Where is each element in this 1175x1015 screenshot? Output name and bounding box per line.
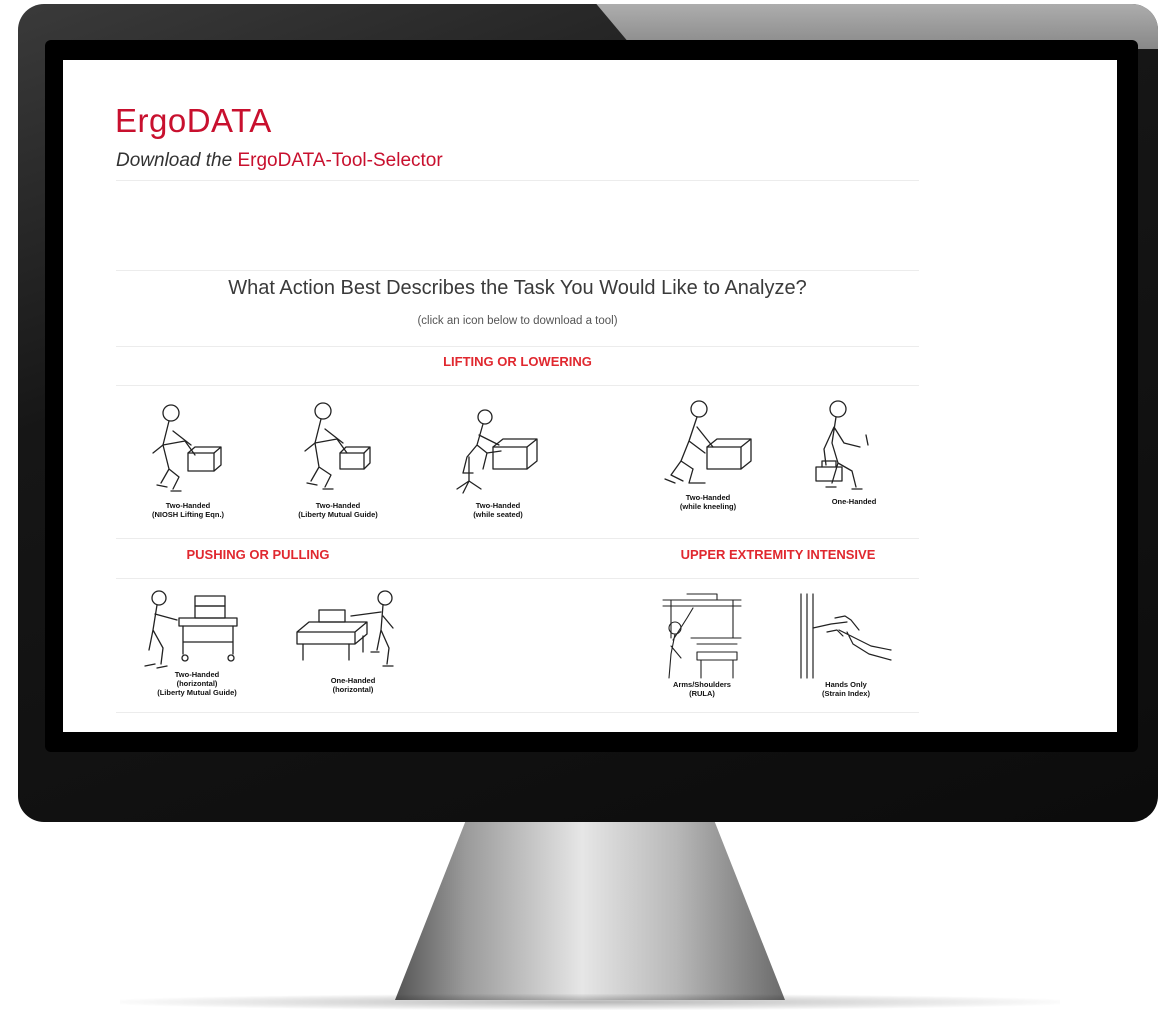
- monitor-screen: ErgoDATA Download the ErgoDATA-Tool-Sele…: [63, 60, 1117, 732]
- tool-sublabel: (horizontal): [176, 679, 218, 688]
- tool-label: Two-Handed: [165, 501, 211, 510]
- tool-label: One-Handed: [831, 497, 877, 506]
- tool-sublabel: (Liberty Mutual Guide): [298, 510, 378, 519]
- tool-selector-link[interactable]: ErgoDATA-Tool-Selector: [237, 150, 442, 171]
- section-pushing: PUSHING OR PULLING: [186, 547, 330, 562]
- tool-label: Two-Handed: [174, 670, 220, 679]
- webpage: ErgoDATA Download the ErgoDATA-Tool-Sele…: [63, 60, 1117, 732]
- worker-pushing-box-on-table-icon: [296, 590, 394, 667]
- tool-lift-seated[interactable]: Two-Handed (while seated): [433, 397, 563, 519]
- divider: [116, 578, 919, 579]
- tool-push-twohand[interactable]: Two-Handed (horizontal) (Liberty Mutual Gu…: [141, 588, 253, 697]
- monitor-base-shadow: [120, 994, 1060, 1010]
- tool-sublabel: (Liberty Mutual Guide): [157, 688, 237, 697]
- tool-label: Two-Handed: [315, 501, 361, 510]
- worker-lifting-box-icon: [152, 404, 222, 492]
- section-upper-extremity: UPPER EXTREMITY INTENSIVE: [680, 547, 876, 562]
- tool-sublabel: (Strain Index): [822, 689, 870, 698]
- tool-sublabel: (while seated): [473, 510, 523, 519]
- worker-pushing-cart-icon: [144, 590, 238, 669]
- tool-label: One-Handed: [330, 676, 376, 685]
- tool-lift-kneeling[interactable]: Two-Handed (while kneeling): [643, 397, 773, 511]
- divider: [116, 346, 919, 347]
- tool-label: Two-Handed: [475, 501, 521, 510]
- tool-lift-liberty[interactable]: Two-Handed (Liberty Mutual Guide): [275, 397, 401, 519]
- page-question: What Action Best Describes the Task You …: [228, 277, 807, 299]
- tool-arms-rula[interactable]: Arms/Shoulders (RULA): [657, 588, 747, 698]
- tool-hands-strain[interactable]: Hands Only (Strain Index): [791, 588, 901, 698]
- page-hint: (click an icon below to download a tool): [417, 315, 618, 327]
- download-prefix: Download the: [116, 150, 233, 171]
- tool-lift-onehand[interactable]: One-Handed: [799, 397, 909, 506]
- divider: [116, 385, 919, 386]
- tool-lift-niosh[interactable]: Two-Handed (NIOSH Lifting Eqn.): [125, 397, 251, 519]
- worker-overhead-reach-icon: [662, 593, 742, 679]
- tool-label: Hands Only: [825, 680, 867, 689]
- download-line: Download the ErgoDATA-Tool-Selector: [116, 150, 443, 172]
- site-title: ErgoDATA: [115, 102, 272, 139]
- tool-push-onehand[interactable]: One-Handed (horizontal): [293, 588, 413, 694]
- hand-using-tool-icon: [800, 593, 892, 679]
- divider: [116, 538, 919, 539]
- worker-carrying-toolbox-icon: [815, 400, 869, 490]
- tool-sublabel: (while kneeling): [679, 502, 737, 511]
- tool-label: Arms/Shoulders: [673, 680, 731, 689]
- monitor-stand: [395, 822, 785, 1000]
- tool-sublabel: (NIOSH Lifting Eqn.): [151, 510, 225, 519]
- worker-lifting-box-icon: [304, 402, 371, 490]
- tool-sublabel: (horizontal): [332, 685, 374, 694]
- divider: [116, 180, 919, 181]
- kneeling-worker-lifting-icon: [664, 400, 752, 484]
- divider: [116, 712, 919, 713]
- tool-label: Two-Handed: [685, 493, 731, 502]
- divider: [116, 270, 919, 271]
- seated-worker-lifting-icon: [456, 409, 538, 494]
- section-lifting: LIFTING OR LOWERING: [443, 354, 592, 369]
- tool-sublabel: (RULA): [689, 689, 715, 698]
